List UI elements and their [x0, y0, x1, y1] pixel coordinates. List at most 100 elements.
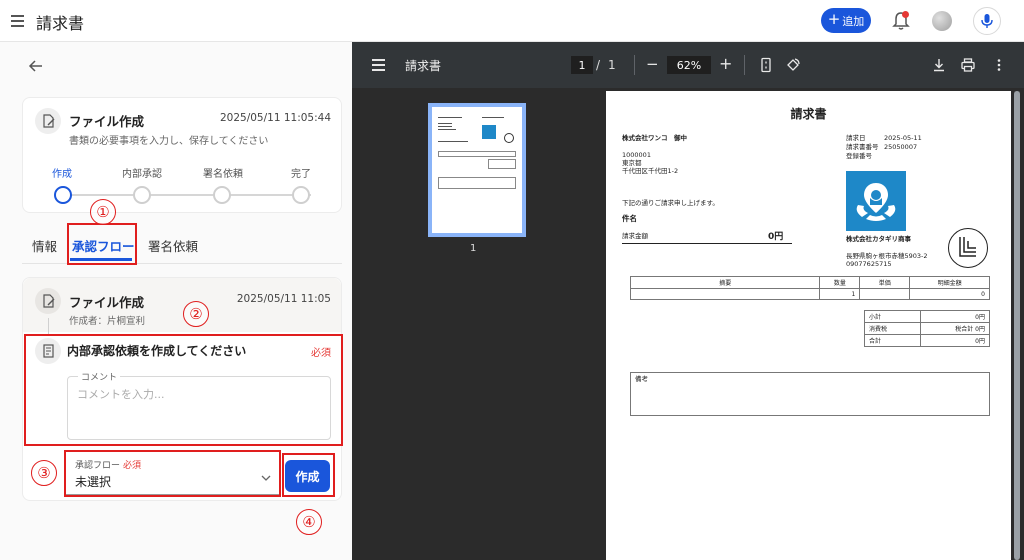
zoom-in-button[interactable]: + — [719, 54, 732, 73]
total-value: 0円 — [920, 334, 990, 347]
notification-badge — [902, 11, 909, 18]
page-thumbnail[interactable] — [428, 103, 526, 237]
add-button[interactable]: + 追加 — [821, 8, 871, 33]
callout-3: ③ — [31, 460, 57, 486]
tab-info[interactable]: 情報 — [32, 236, 57, 255]
step-signature — [213, 186, 231, 204]
thumbnail-sidebar: 1 — [352, 88, 600, 560]
document-title: 請求書 — [405, 59, 442, 73]
annotation-box-create — [282, 453, 335, 497]
tax-value: 税合計 0円 — [920, 322, 990, 335]
table-row: 消費税 税合計 0円 — [864, 322, 990, 335]
invoice-number-value: 25050007 — [884, 143, 918, 151]
amount-label: 請求金額 — [622, 232, 648, 240]
document-edit-icon — [35, 108, 61, 134]
table-cell: 0 — [909, 288, 990, 300]
invoice-recipient: 株式会社ワンコ 御中 — [622, 134, 687, 142]
issuer-phone: 09077625715 — [846, 260, 892, 268]
column-header: 明細金額 — [909, 276, 990, 289]
column-header: 数量 — [819, 276, 861, 289]
subject-label: 件名 — [622, 214, 637, 223]
avatar[interactable] — [932, 11, 952, 31]
table-cell: 1 — [819, 288, 861, 300]
total-label: 合計 — [864, 334, 921, 347]
back-arrow-icon[interactable] — [28, 58, 44, 74]
app-bar: 請求書 + 追加 — [0, 0, 1024, 42]
tab-signature-request[interactable]: 署名依頼 — [148, 236, 198, 255]
download-icon[interactable] — [931, 57, 947, 73]
document-page-area: 請求書 株式会社ワンコ 御中 1000001 東京都 千代田区千代田1-2 請求… — [600, 88, 1024, 560]
menu-icon[interactable] — [372, 59, 386, 71]
toolbar-divider — [744, 55, 745, 75]
step-label-create: 作成 — [52, 169, 72, 180]
voice-button[interactable] — [973, 7, 1001, 35]
thumbnail-page-number: 1 — [470, 243, 477, 254]
column-header: 摘要 — [629, 276, 821, 289]
issuer-company: 株式会社カタギリ商事 — [846, 235, 911, 243]
menu-icon[interactable] — [8, 11, 28, 31]
subtotal-value: 0円 — [920, 310, 990, 323]
step-done — [292, 186, 310, 204]
workflow-panel: ファイル作成 2025/05/11 11:05:44 書類の必要事項を入力し、保… — [0, 42, 352, 560]
amount-underline — [622, 243, 792, 244]
toolbar-divider — [634, 55, 635, 75]
status-datetime: 2025/05/11 11:05:44 — [219, 112, 331, 124]
thumbnail-seal — [504, 133, 514, 143]
memo-box: 備考 — [630, 372, 990, 416]
thumbnail-logo — [482, 125, 496, 139]
invoice-greeting: 下記の通りご請求申し上げます。 — [622, 199, 719, 207]
status-description: 書類の必要事項を入力し、保存してください — [69, 136, 269, 147]
viewer-toolbar: 請求書 1 / 1 − 62% + — [352, 42, 1024, 88]
page-title: 請求書 — [36, 14, 85, 33]
plus-icon: + — [827, 10, 841, 28]
recipient-address: 千代田区千代田1-2 — [622, 167, 679, 175]
more-vert-icon[interactable] — [991, 57, 1007, 73]
annotation-box-tab — [67, 223, 137, 265]
line-items-table: 摘要 数量 単価 明細金額 1 0 — [629, 276, 990, 300]
entry-author: 作成者：片桐宣利 — [69, 316, 146, 327]
step-internal-approval — [133, 186, 151, 204]
page-number-input[interactable]: 1 — [571, 56, 593, 74]
invoice-number-label: 請求書番号 — [846, 143, 879, 151]
step-label-done: 完了 — [291, 169, 311, 180]
zoom-level-input[interactable]: 62% — [667, 56, 711, 74]
print-icon[interactable] — [960, 57, 976, 73]
table-cell — [629, 288, 821, 300]
rotate-icon[interactable] — [785, 57, 801, 73]
status-card: ファイル作成 2025/05/11 11:05:44 書類の必要事項を入力し、保… — [22, 97, 342, 213]
invoice-date-value: 2025-05-11 — [884, 134, 922, 142]
scrollbar[interactable] — [1014, 91, 1020, 560]
status-title: ファイル作成 — [69, 114, 145, 129]
entry-title: ファイル作成 — [69, 295, 145, 310]
callout-1: ① — [90, 199, 116, 225]
step-create — [54, 186, 72, 204]
add-button-label: 追加 — [842, 14, 865, 28]
annotation-box-comment — [24, 334, 343, 446]
fit-page-icon[interactable] — [758, 57, 774, 73]
amount-value: 0円 — [768, 232, 784, 242]
company-seal — [948, 228, 988, 268]
table-row: 合計 0円 — [864, 334, 990, 347]
page-separator: / — [596, 58, 601, 72]
table-header-row: 摘要 数量 単価 明細金額 — [629, 276, 990, 289]
zoom-out-button[interactable]: − — [646, 55, 659, 73]
invoice-date-label: 請求日 — [846, 134, 866, 142]
subtotal-label: 小計 — [864, 310, 921, 323]
tax-label: 消費税 — [864, 322, 921, 335]
totals-table: 小計 0円 消費税 税合計 0円 合計 0円 — [864, 310, 990, 347]
page-total: 1 — [608, 58, 616, 72]
pdf-viewer: 請求書 1 / 1 − 62% + 1 請求書 株式会社ワンコ 御中 10000… — [352, 42, 1024, 560]
company-logo — [846, 171, 906, 231]
column-header: 単価 — [859, 276, 911, 289]
stepper-track — [71, 194, 311, 196]
table-row: 1 0 — [629, 288, 990, 300]
invoice-page: 請求書 株式会社ワンコ 御中 1000001 東京都 千代田区千代田1-2 請求… — [606, 91, 1011, 560]
step-label-internal-approval: 内部承認 — [122, 169, 162, 180]
table-cell — [859, 288, 911, 300]
scrollbar-thumb[interactable] — [1014, 91, 1020, 560]
mic-icon — [981, 14, 993, 28]
callout-2: ② — [183, 301, 209, 327]
step-label-signature: 署名依頼 — [203, 169, 243, 180]
memo-label: 備考 — [635, 375, 648, 383]
table-row: 小計 0円 — [864, 310, 990, 323]
